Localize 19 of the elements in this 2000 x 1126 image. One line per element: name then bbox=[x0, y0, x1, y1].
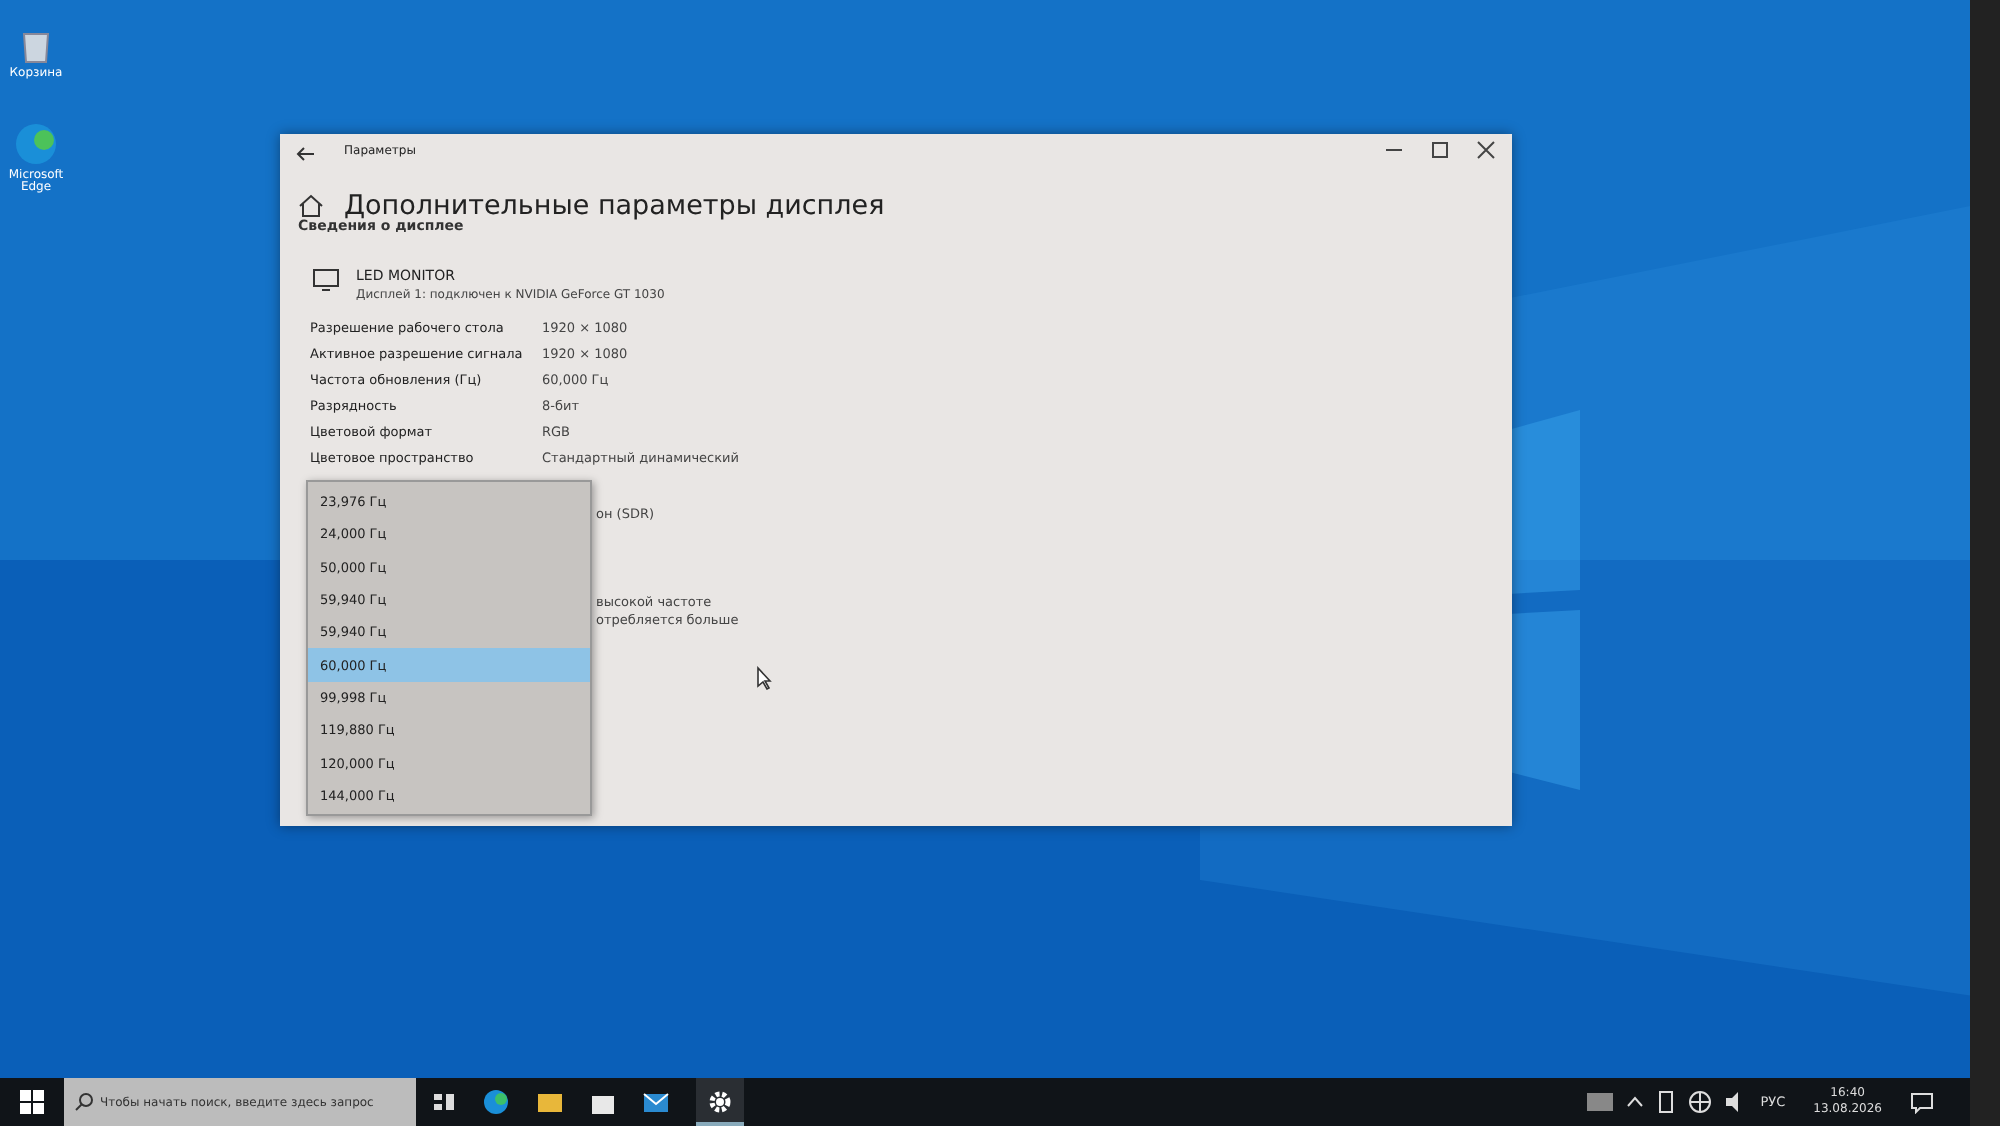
monitor-icon bbox=[312, 267, 340, 292]
device-icon[interactable] bbox=[1656, 1090, 1677, 1114]
envelope-icon[interactable] bbox=[642, 1091, 670, 1113]
globe-icon[interactable] bbox=[1688, 1090, 1713, 1114]
notification-icon[interactable] bbox=[1910, 1091, 1934, 1113]
windows-start-icon[interactable] bbox=[20, 1090, 44, 1114]
close-icon[interactable] bbox=[1476, 140, 1496, 160]
recycle-bin-icon[interactable] bbox=[20, 28, 52, 64]
page-heading: Дополнительные параметры дисплея bbox=[344, 190, 885, 222]
home-icon[interactable] bbox=[298, 194, 324, 218]
mouse-pointer-icon bbox=[756, 666, 772, 690]
folder-icon[interactable] bbox=[536, 1090, 564, 1114]
chevron-up-icon[interactable] bbox=[1626, 1096, 1645, 1108]
keyboard-icon[interactable] bbox=[1586, 1092, 1615, 1112]
browser-icon[interactable] bbox=[482, 1088, 510, 1116]
maximize-icon[interactable] bbox=[1430, 140, 1450, 160]
task-view-icon[interactable] bbox=[432, 1090, 456, 1114]
settings-icon[interactable] bbox=[708, 1090, 732, 1114]
search-icon bbox=[74, 1092, 94, 1112]
